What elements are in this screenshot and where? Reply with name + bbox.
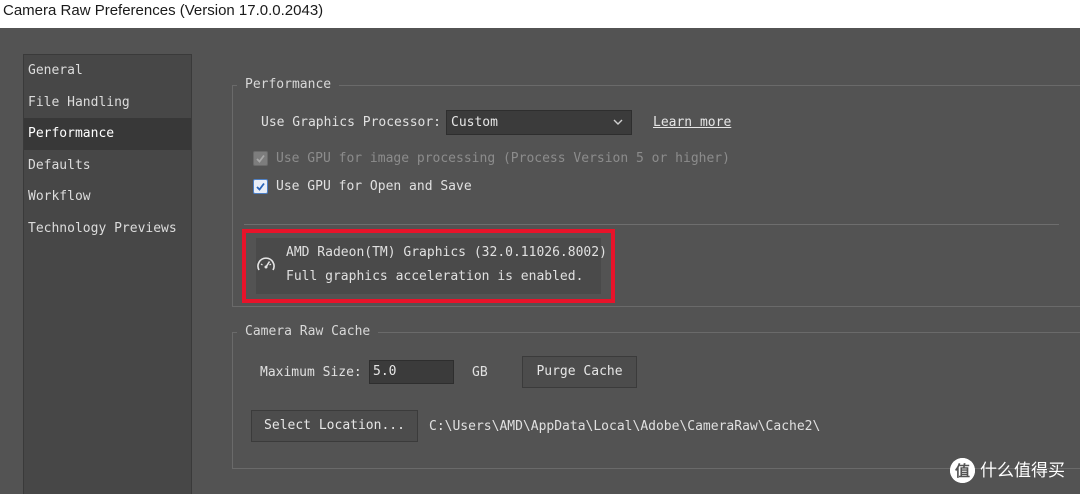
svg-text:值: 值 (955, 462, 970, 480)
gpu-open-save-label: Use GPU for Open and Save (276, 179, 472, 194)
gauge-icon (257, 257, 275, 271)
gpu-processor-select[interactable]: Custom (446, 110, 632, 135)
cache-legend: Camera Raw Cache (237, 324, 379, 340)
gpu-image-processing-label: Use GPU for image processing (Process Ve… (276, 151, 730, 166)
gpu-status: Full graphics acceleration is enabled. (286, 269, 584, 284)
checkmark-icon (256, 182, 265, 191)
max-size-unit: GB (472, 365, 488, 380)
preferences-sidebar: General File Handling Performance Defaul… (23, 54, 192, 494)
performance-legend: Performance (237, 77, 340, 93)
purge-cache-button[interactable]: Purge Cache (522, 356, 637, 388)
max-size-label: Maximum Size: (260, 365, 362, 380)
performance-separator (244, 224, 1059, 225)
cache-path: C:\Users\AMD\AppData\Local\Adobe\CameraR… (429, 419, 821, 434)
max-size-input[interactable]: 5.0 (369, 360, 454, 384)
gpu-name: AMD Radeon(TM) Graphics (32.0.11026.8002… (286, 245, 607, 260)
gpu-open-save-checkbox[interactable] (253, 179, 268, 194)
learn-more-link[interactable]: Learn more (653, 115, 731, 131)
sidebar-item-file-handling[interactable]: File Handling (24, 87, 191, 119)
watermark-text: 什么值得买 (980, 461, 1065, 481)
cache-group (232, 332, 1080, 469)
chevron-down-icon (613, 119, 623, 125)
gpu-processor-value: Custom (451, 115, 498, 130)
sidebar-item-workflow[interactable]: Workflow (24, 181, 191, 213)
sidebar-item-technology-previews[interactable]: Technology Previews (24, 213, 191, 245)
sidebar-item-performance[interactable]: Performance (24, 118, 191, 150)
select-location-button[interactable]: Select Location... (251, 410, 418, 442)
gpu-processor-label: Use Graphics Processor: (261, 115, 442, 130)
window-title: Camera Raw Preferences (Version 17.0.0.2… (0, 0, 1080, 28)
checkmark-icon (256, 154, 265, 163)
sidebar-item-general[interactable]: General (24, 55, 191, 87)
smzdm-logo-icon: 值 (950, 458, 975, 483)
sidebar-item-defaults[interactable]: Defaults (24, 150, 191, 182)
gpu-image-processing-checkbox[interactable] (253, 151, 268, 166)
gpu-info-highlight (242, 229, 615, 303)
watermark: 值 什么值得买 (950, 458, 1076, 484)
